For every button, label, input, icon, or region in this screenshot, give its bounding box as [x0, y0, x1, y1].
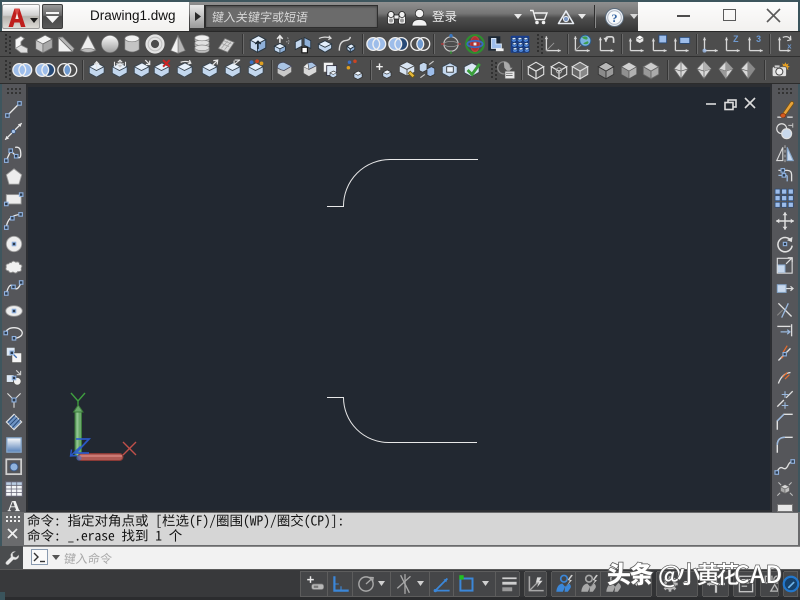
svg-text:?: ? [612, 11, 618, 25]
svg-text:3: 3 [756, 34, 761, 44]
svg-text:Z: Z [733, 34, 739, 44]
svg-text:x: x [787, 41, 792, 50]
